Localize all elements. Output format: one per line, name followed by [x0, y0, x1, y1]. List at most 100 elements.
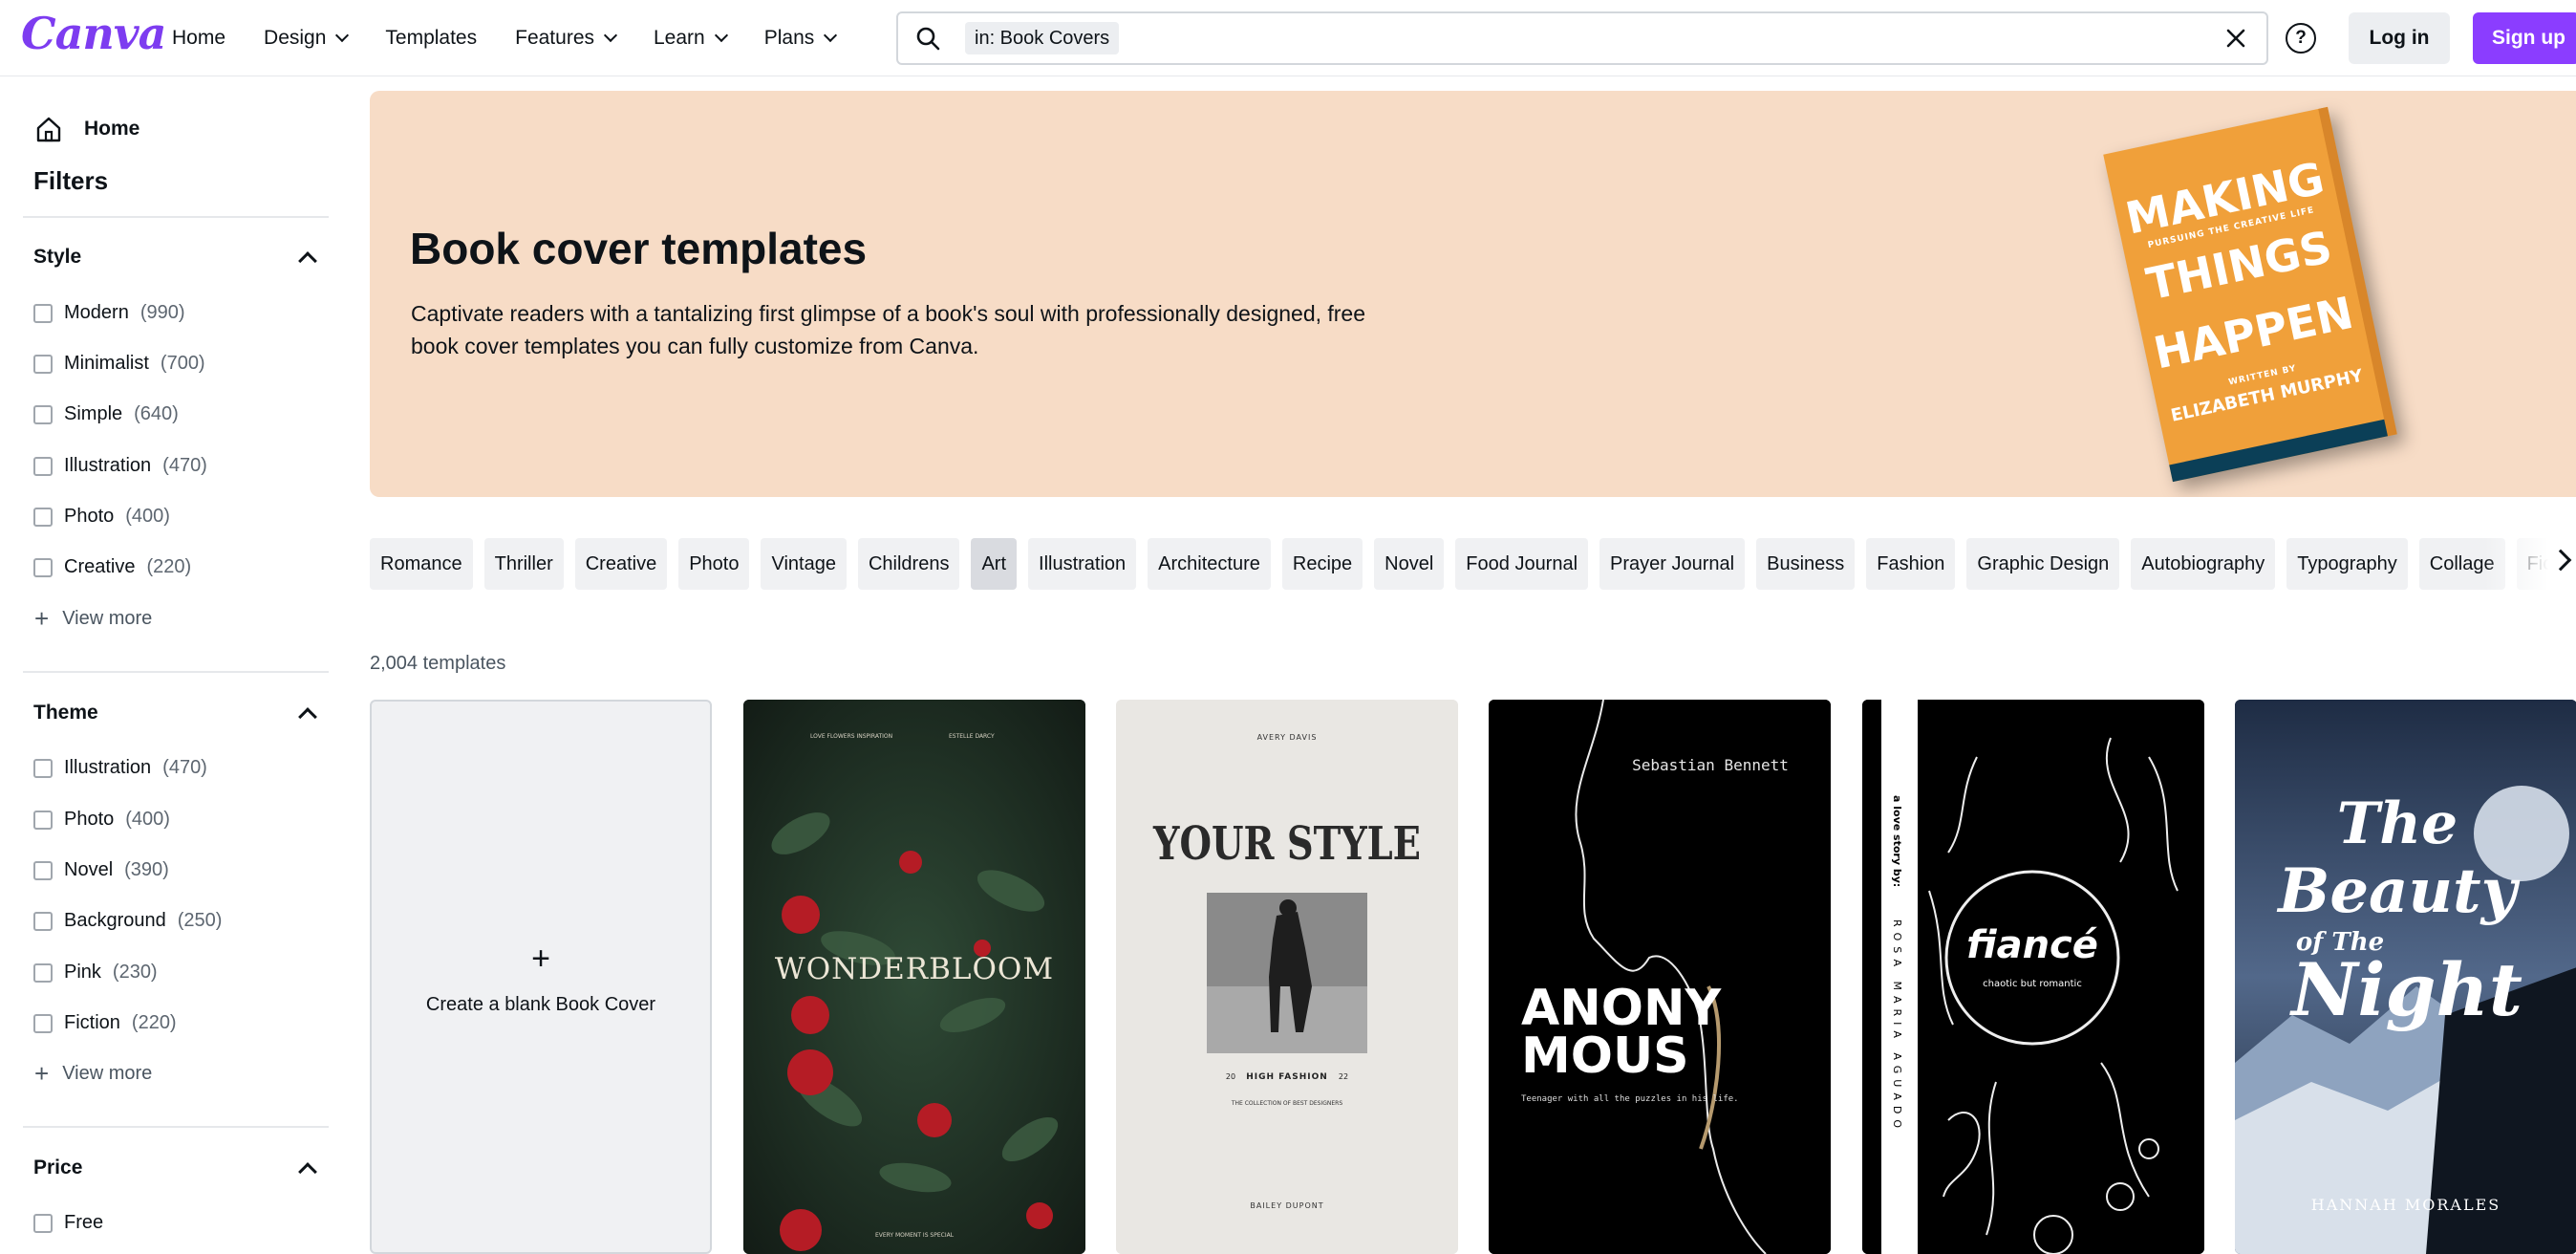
nav-item-label: Learn [654, 27, 705, 49]
category-chip-childrens[interactable]: Childrens [857, 538, 960, 590]
search-scope-chip[interactable]: in: Book Covers [965, 22, 1120, 54]
filter-option[interactable]: Creative (220) [33, 556, 191, 578]
filter-option[interactable]: Background (250) [33, 910, 222, 932]
option-label: Pink [64, 962, 101, 983]
filter-section-style-header[interactable]: Style [33, 246, 320, 270]
category-chip-illustration[interactable]: Illustration [1028, 538, 1137, 590]
filter-option[interactable]: Illustration (470) [33, 455, 207, 477]
template-subtitle: chaotic but romantic [1983, 979, 2082, 989]
filter-option[interactable]: Fiction (220) [33, 1012, 177, 1034]
nav-item-label: Features [515, 27, 594, 49]
filter-section-price-header[interactable]: Price [33, 1157, 320, 1181]
checkbox[interactable] [33, 303, 53, 323]
close-icon[interactable] [2222, 25, 2249, 52]
plus-icon: + [531, 940, 550, 977]
category-chip-graphic-design[interactable]: Graphic Design [1966, 538, 2120, 590]
option-label: Creative [64, 556, 136, 577]
category-chip-creative[interactable]: Creative [574, 538, 668, 590]
filters-sidebar: Home Filters Style Modern (990) Minimalis… [0, 76, 344, 1237]
checkbox[interactable] [33, 456, 53, 476]
template-tagline: Teenager with all the puzzles in his lif… [1521, 1094, 1739, 1104]
category-chip-autobiography[interactable]: Autobiography [2131, 538, 2276, 590]
nav-item-learn[interactable]: Learn [654, 27, 728, 50]
category-chip-photo[interactable]: Photo [678, 538, 750, 590]
create-blank-card[interactable]: + Create a blank Book Cover [370, 700, 712, 1254]
category-chip-architecture[interactable]: Architecture [1148, 538, 1271, 590]
filters-title: Filters [33, 166, 109, 195]
book-band [2169, 419, 2388, 483]
help-icon[interactable]: ? [2286, 23, 2316, 54]
option-count: (990) [140, 302, 185, 323]
checkbox[interactable] [33, 404, 53, 424]
template-author: ROSA MARIA AGUADO [1891, 919, 1903, 1134]
template-small-text: LOVE FLOWERS INSPIRATION [810, 733, 892, 740]
book-cover-illustration: MAKING PURSUING THE CREATIVE LIFE THINGS… [2103, 106, 2397, 483]
filter-option[interactable]: Illustration (470) [33, 757, 207, 779]
checkbox[interactable] [33, 557, 53, 577]
filter-option[interactable]: Photo (400) [33, 809, 170, 831]
filter-option[interactable]: Modern (990) [33, 302, 185, 324]
category-chip-business[interactable]: Business [1756, 538, 1856, 590]
nav-item-plans[interactable]: Plans [764, 27, 838, 50]
chevron-up-icon [298, 707, 317, 726]
checkbox[interactable] [33, 758, 53, 778]
filter-section-theme-header[interactable]: Theme [33, 702, 320, 726]
category-chip-novel[interactable]: Novel [1374, 538, 1445, 590]
filter-option[interactable]: Photo (400) [33, 506, 170, 528]
results-count: 2,004 templates [370, 653, 506, 674]
template-thumbnail: LOVE FLOWERS INSPIRATION ESTELLE DARCY W… [743, 700, 1085, 1254]
template-author: Sebastian Bennett [1632, 756, 1789, 774]
top-nav-bar: Canva Home Design Templates Features Learn Pl… [0, 0, 2576, 76]
category-chip-vintage[interactable]: Vintage [761, 538, 847, 590]
checkbox[interactable] [33, 507, 53, 527]
view-more-button[interactable]: + View more [34, 1061, 152, 1086]
category-chip-food-journal[interactable]: Food Journal [1455, 538, 1589, 590]
template-card[interactable]: LOVE FLOWERS INSPIRATION ESTELLE DARCY W… [743, 700, 1085, 1254]
checkbox[interactable] [33, 1013, 53, 1033]
login-button[interactable]: Log in [2349, 12, 2450, 64]
checkbox[interactable] [33, 810, 53, 830]
divider [23, 671, 329, 673]
sidebar-home-link[interactable]: Home [34, 115, 140, 143]
filter-option[interactable]: Simple (640) [33, 403, 179, 425]
template-title-line: Beauty [2276, 855, 2520, 927]
canva-logo[interactable]: Canva [21, 8, 166, 59]
signup-button[interactable]: Sign up [2473, 12, 2576, 64]
nav-item-label: Templates [385, 27, 478, 49]
page-title: Book cover templates [410, 224, 868, 273]
template-card[interactable]: AVERY DAVIS YOUR STYLE 20 HIGH FASHION 2… [1116, 700, 1458, 1254]
template-card[interactable]: The Beauty of The Night HANNAH MORALES [2235, 700, 2576, 1254]
logo-text: Canva [21, 8, 166, 59]
filter-option[interactable]: Minimalist (700) [33, 353, 205, 375]
nav-item-templates[interactable]: Templates [385, 27, 477, 50]
nav-item-features[interactable]: Features [515, 27, 618, 50]
category-chip-recipe[interactable]: Recipe [1281, 538, 1363, 590]
checkbox[interactable] [33, 354, 53, 374]
checkbox[interactable] [33, 1213, 53, 1233]
template-card[interactable]: Sebastian Bennett ANONY MOUS Teenager wi… [1489, 700, 1831, 1254]
template-card[interactable]: fiancé chaotic but romantic a love story… [1862, 700, 2204, 1254]
nav-item-home[interactable]: Home [172, 27, 225, 50]
view-more-button[interactable]: + View more [34, 606, 152, 631]
category-chip-fashion[interactable]: Fashion [1866, 538, 1956, 590]
checkbox[interactable] [33, 860, 53, 880]
search-input[interactable] [1204, 19, 2121, 57]
chevron-down-icon [335, 28, 350, 43]
search-bar[interactable]: in: Book Covers [896, 11, 2268, 65]
category-chip-romance[interactable]: Romance [370, 538, 473, 590]
category-chip-thriller[interactable]: Thriller [483, 538, 564, 590]
filter-option[interactable]: Novel (390) [33, 859, 169, 881]
filter-option[interactable]: Free [33, 1212, 103, 1234]
template-author: AVERY DAVIS [1257, 733, 1318, 742]
category-chip-art[interactable]: Art [971, 538, 1018, 590]
checkbox[interactable] [33, 962, 53, 983]
chips-row: Romance Thriller Creative Photo Vintage Child… [370, 538, 2576, 590]
checkbox[interactable] [33, 911, 53, 931]
category-chip-prayer-journal[interactable]: Prayer Journal [1599, 538, 1746, 590]
nav-item-design[interactable]: Design [264, 27, 350, 50]
category-chip-typography[interactable]: Typography [2286, 538, 2408, 590]
plus-icon: + [34, 1059, 50, 1088]
option-label: Background [64, 910, 166, 931]
option-label: Fiction [64, 1012, 120, 1033]
filter-option[interactable]: Pink (230) [33, 962, 158, 984]
